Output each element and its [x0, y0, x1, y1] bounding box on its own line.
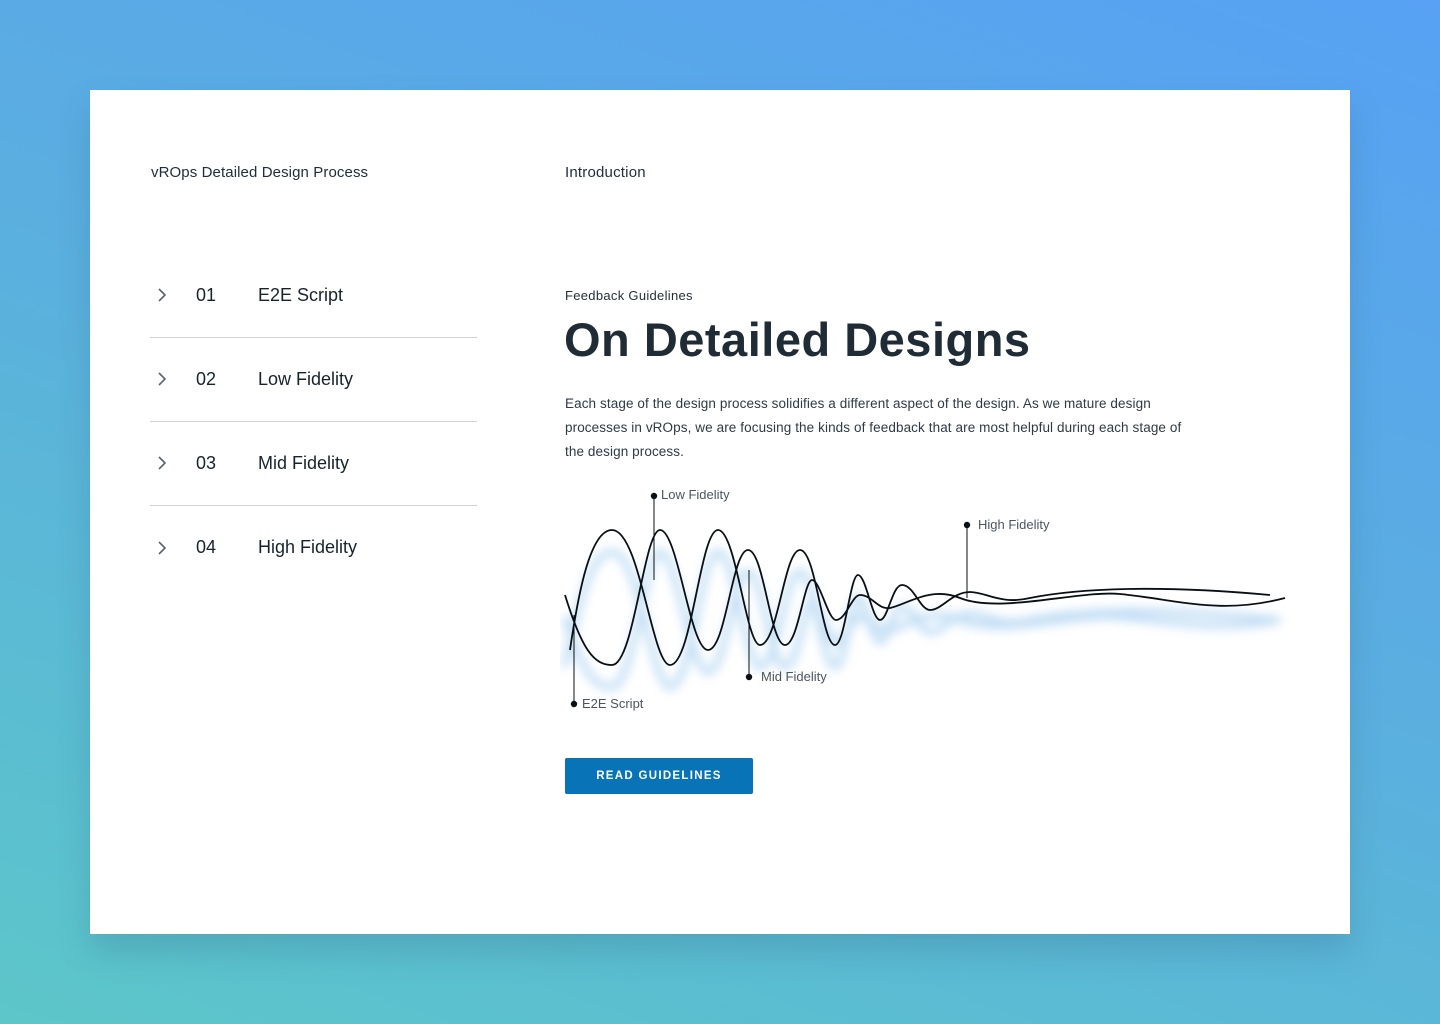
fidelity-wave-illustration: E2E Script Low Fidelity Mid Fidelity Hig…: [561, 490, 1286, 711]
chevron-right-icon: [152, 369, 172, 389]
step-label: E2E Script: [258, 284, 344, 305]
step-item-low-fidelity[interactable]: 02 Low Fidelity: [150, 338, 477, 422]
callout-label: Mid Fidelity: [761, 669, 827, 684]
content-card: vROps Detailed Design Process Introducti…: [90, 90, 1350, 934]
step-number: 01: [196, 284, 217, 305]
chevron-right-icon: [152, 453, 172, 473]
step-label: High Fidelity: [258, 537, 358, 557]
chevron-right-icon: [152, 538, 172, 558]
callout-low-fidelity: Low Fidelity: [650, 490, 730, 580]
intro-paragraph: Each stage of the design process solidif…: [565, 396, 1182, 459]
callout-label: E2E Script: [582, 696, 644, 711]
step-label: Mid Fidelity: [258, 452, 350, 473]
read-guidelines-button[interactable]: READ GUIDELINES: [565, 758, 753, 794]
eyebrow-text: Feedback Guidelines: [565, 288, 693, 303]
wave-line-b: [564, 529, 1286, 666]
page-title: On Detailed Designs: [564, 313, 1031, 366]
callout-label: Low Fidelity: [661, 490, 730, 502]
step-number: 03: [196, 452, 217, 473]
step-item-high-fidelity[interactable]: 04 High Fidelity: [150, 506, 477, 590]
step-label: Low Fidelity: [258, 368, 354, 389]
section-title: Introduction: [565, 164, 646, 181]
chevron-right-icon: [152, 285, 172, 305]
callout-label: High Fidelity: [978, 517, 1050, 532]
app-title: vROps Detailed Design Process: [151, 164, 369, 181]
step-item-e2e-script[interactable]: 01 E2E Script: [150, 254, 477, 338]
step-number: 04: [196, 537, 217, 557]
wave-glow: [561, 548, 1281, 691]
step-item-mid-fidelity[interactable]: 03 Mid Fidelity: [150, 422, 477, 506]
step-list: 01 E2E Script 02 Low Fidelity 03 Mid Fid…: [150, 254, 477, 590]
step-number: 02: [196, 368, 217, 389]
callout-high-fidelity: High Fidelity: [963, 517, 1050, 598]
